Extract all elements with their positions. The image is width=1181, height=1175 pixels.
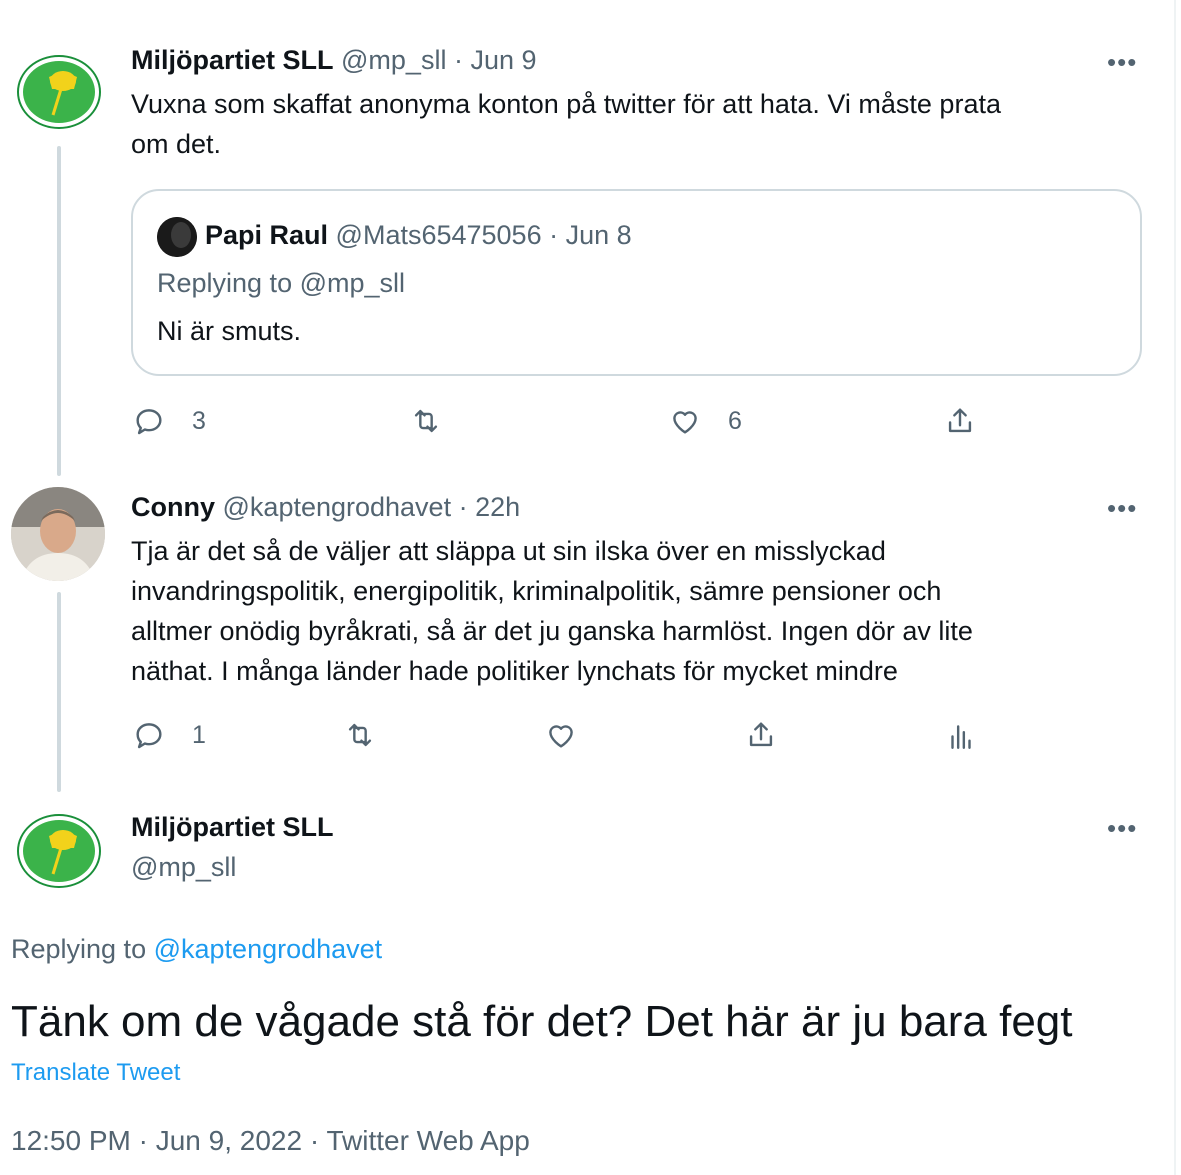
share-button[interactable] [943, 404, 977, 438]
reply-button[interactable]: 1 [132, 718, 206, 752]
profile-photo [11, 487, 105, 581]
author-meta[interactable]: @kaptengrodhavet · 22h [223, 492, 521, 522]
share-button[interactable] [744, 718, 778, 752]
avatar[interactable] [17, 814, 101, 888]
quote-author-meta: @Mats65475056 · Jun 8 [335, 220, 632, 250]
like-icon [673, 411, 697, 434]
quote-author-name: Papi Raul [205, 220, 329, 250]
translate-tweet-link[interactable]: Translate Tweet [11, 1057, 180, 1089]
author-handle[interactable]: @mp_sll [131, 847, 236, 887]
author-meta[interactable]: @mp_sll · Jun 9 [341, 45, 536, 75]
reply-button[interactable]: 3 [132, 404, 206, 438]
analytics-icon [951, 725, 971, 749]
tweet-text: Vuxna som skaffat anonyma konton på twit… [131, 89, 1001, 159]
like-button[interactable]: 6 [668, 404, 742, 438]
retweet-button[interactable] [342, 718, 378, 752]
more-icon[interactable]: ••• [1107, 815, 1137, 841]
tweet-text: Tja är det så de väljer att släppa ut si… [131, 536, 973, 686]
replying-handle-link[interactable]: @kaptengrodhavet [154, 934, 383, 964]
author-name[interactable]: Miljöpartiet SLL [131, 45, 334, 75]
like-button[interactable] [544, 718, 578, 752]
avatar[interactable] [11, 487, 105, 581]
more-icon[interactable]: ••• [1107, 49, 1137, 75]
reply-count: 1 [192, 720, 206, 749]
reply-count: 3 [192, 406, 206, 435]
like-icon [549, 725, 573, 748]
mp-logo-icon [23, 820, 95, 882]
author-name[interactable]: Miljöpartiet SLL [131, 807, 334, 847]
panel-border [1174, 0, 1176, 1175]
retweet-icon [348, 723, 372, 747]
analytics-button[interactable] [944, 718, 978, 752]
tweet-timestamp[interactable]: 12:50 PM · Jun 9, 2022 · Twitter Web App [11, 1121, 530, 1161]
mp-logo-icon [23, 61, 95, 123]
author-name[interactable]: Conny [131, 492, 215, 522]
retweet-icon [414, 409, 438, 433]
quoted-tweet[interactable]: Papi Raul @Mats65475056 · Jun 8 Replying… [131, 189, 1142, 376]
like-count: 6 [728, 406, 742, 435]
quote-avatar [157, 217, 197, 257]
reply-icon [136, 723, 162, 749]
avatar[interactable] [17, 55, 101, 129]
thread-line [57, 592, 61, 792]
retweet-button[interactable] [408, 404, 444, 438]
reply-icon [136, 409, 162, 435]
quote-text: Ni är smuts. [157, 316, 302, 346]
replying-label: Replying to [11, 934, 147, 964]
share-icon [749, 722, 773, 747]
quote-replying: Replying to @mp_sll [157, 268, 406, 298]
more-icon[interactable]: ••• [1107, 495, 1137, 521]
thread-line [57, 146, 61, 476]
main-tweet-text: Tänk om de vågade stå för det? Det här ä… [11, 997, 1073, 1046]
share-icon [948, 408, 972, 433]
